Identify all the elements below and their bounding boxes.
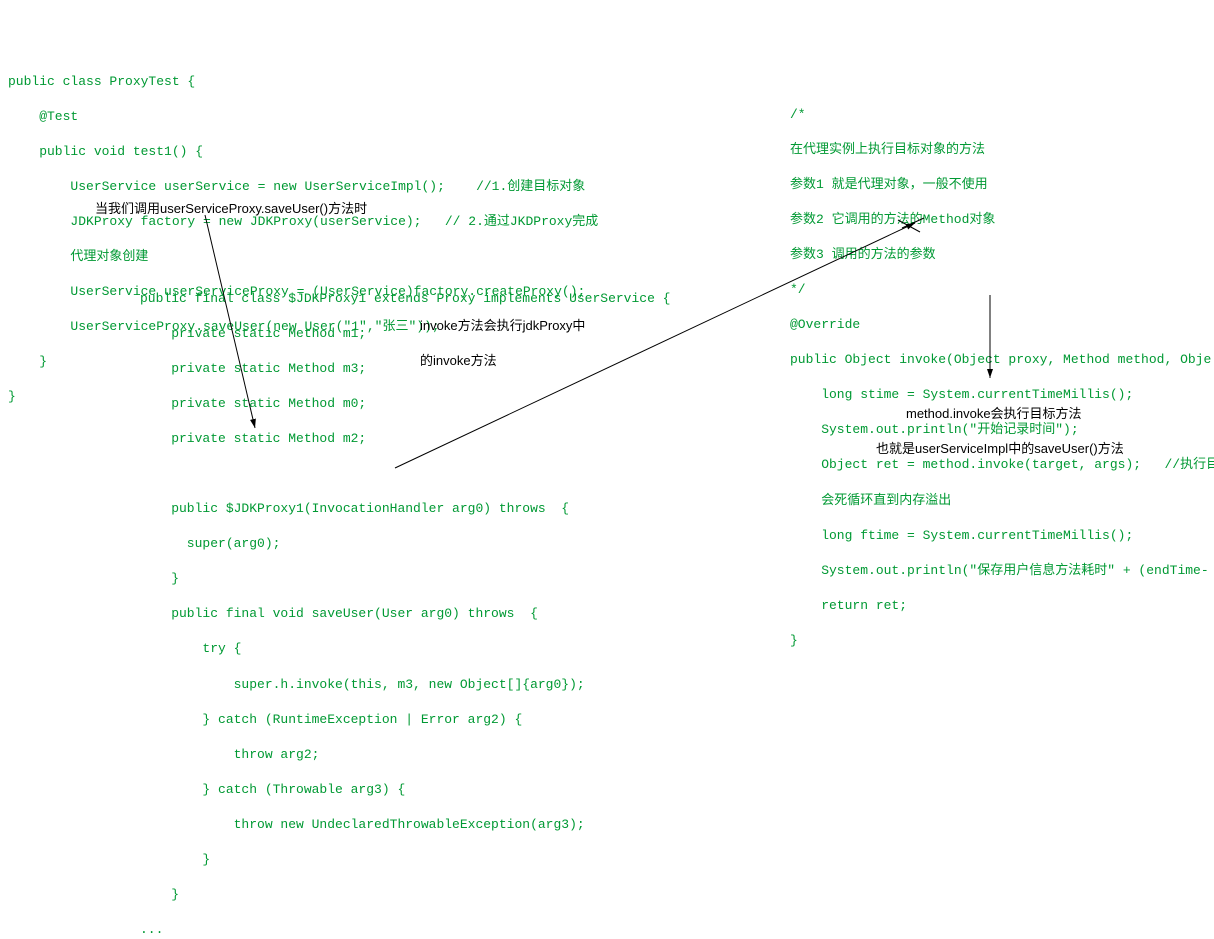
annotation-line: 的invoke方法 <box>420 353 497 368</box>
code-line: 在代理实例上执行目标对象的方法 <box>790 142 985 157</box>
code-line: @Override <box>790 317 860 332</box>
code-line: throw new UndeclaredThrowableException(a… <box>140 817 585 832</box>
code-line: 会死循环直到内存溢出 <box>790 493 951 508</box>
code-line: /* <box>790 107 806 122</box>
code-line: private static Method m3; <box>140 361 366 376</box>
code-line: public final class $JDKProxy1 extends Pr… <box>140 291 671 306</box>
code-line: private static Method m1; <box>140 326 366 341</box>
code-line: System.out.println("保存用户信息方法耗时" + (endTi… <box>790 563 1209 578</box>
code-line: 参数2 它调用的方法的Method对象 <box>790 212 995 227</box>
code-line: super.h.invoke(this, m3, new Object[]{ar… <box>140 677 585 692</box>
annotation-invoke-jdkproxy: invoke方法会执行jdkProxy中 的invoke方法 <box>420 299 585 369</box>
code-line: super(arg0); <box>140 536 280 551</box>
code-line: } catch (Throwable arg3) { <box>140 782 405 797</box>
code-line: public void test1() { <box>8 144 203 159</box>
code-line: } <box>140 852 210 867</box>
code-line: 参数3 调用的方法的参数 <box>790 247 936 262</box>
code-line: } <box>8 354 47 369</box>
code-line: } <box>140 571 179 586</box>
code-line: 代理对象创建 <box>8 249 148 264</box>
code-line: } <box>8 389 16 404</box>
code-line: } catch (RuntimeException | Error arg2) … <box>140 712 522 727</box>
annotation-call-saveuser: 当我们调用userServiceProxy.saveUser()方法时 <box>95 200 367 218</box>
code-line: ... <box>140 922 163 937</box>
annotation-line: invoke方法会执行jdkProxy中 <box>420 318 585 333</box>
code-line: throw arg2; <box>140 747 319 762</box>
code-line: private static Method m2; <box>140 431 366 446</box>
code-line: long ftime = System.currentTimeMillis(); <box>790 528 1133 543</box>
code-line: } <box>790 633 798 648</box>
code-line: 参数1 就是代理对象，一般不使用 <box>790 177 988 192</box>
code-line: UserService userService = new UserServic… <box>8 179 585 194</box>
code-line: try { <box>140 641 241 656</box>
code-line: public class ProxyTest { <box>8 74 195 89</box>
code-line: } <box>140 887 179 902</box>
code-line: private static Method m0; <box>140 396 366 411</box>
code-line: @Test <box>8 109 78 124</box>
code-line: public final void saveUser(User arg0) th… <box>140 606 538 621</box>
annotation-method-invoke-target: method.invoke会执行目标方法 也就是userServiceImpl中… <box>906 387 1154 457</box>
code-block-invocationhandler: /* 在代理实例上执行目标对象的方法 参数1 就是代理对象，一般不使用 参数2 … <box>790 88 1214 650</box>
code-line: return ret; <box>790 598 907 613</box>
annotation-line: 也就是userServiceImpl中的saveUser()方法 <box>876 441 1124 456</box>
code-line: public Object invoke(Object proxy, Metho… <box>790 352 1211 367</box>
code-line: Object ret = method.invoke(target, args)… <box>790 457 1214 472</box>
code-line: public $JDKProxy1(InvocationHandler arg0… <box>140 501 569 516</box>
annotation-line: method.invoke会执行目标方法 <box>906 406 1082 421</box>
code-block-jdkproxy1: public final class $JDKProxy1 extends Pr… <box>140 272 671 939</box>
code-line: */ <box>790 282 806 297</box>
